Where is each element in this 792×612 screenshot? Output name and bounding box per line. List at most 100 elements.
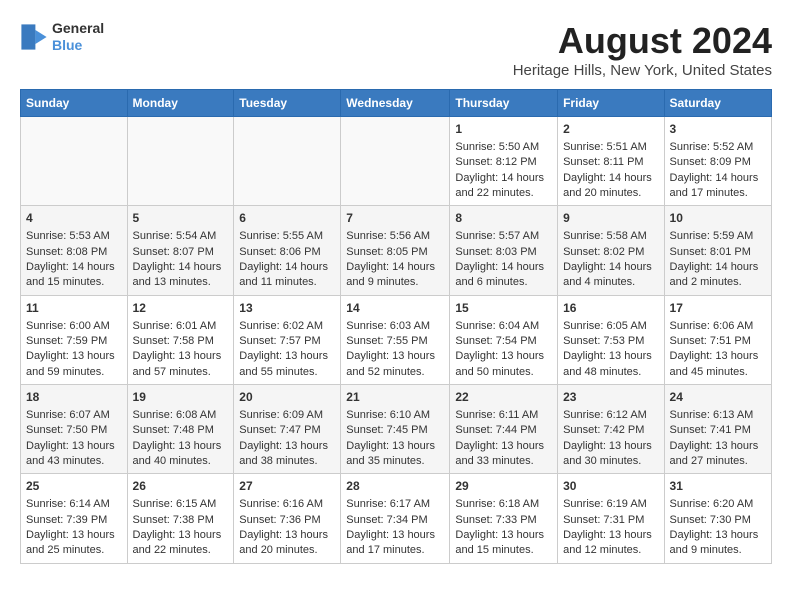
day-info: Sunrise: 6:08 AM	[133, 408, 229, 423]
col-friday: Friday	[558, 90, 664, 117]
calendar-week-4: 18Sunrise: 6:07 AMSunset: 7:50 PMDayligh…	[21, 385, 772, 474]
day-info: Sunset: 7:48 PM	[133, 423, 229, 438]
day-info: Sunrise: 6:10 AM	[346, 408, 444, 423]
day-number: 25	[26, 478, 122, 495]
day-info: Sunrise: 5:56 AM	[346, 229, 444, 244]
day-info: Sunrise: 5:58 AM	[563, 229, 658, 244]
day-info: Daylight: 14 hours and 17 minutes.	[670, 171, 766, 202]
day-info: Daylight: 13 hours and 43 minutes.	[26, 439, 122, 470]
day-info: Sunset: 7:50 PM	[26, 423, 122, 438]
day-info: Sunrise: 5:50 AM	[455, 140, 552, 155]
calendar-cell	[234, 117, 341, 206]
calendar-cell: 17Sunrise: 6:06 AMSunset: 7:51 PMDayligh…	[664, 295, 771, 384]
day-number: 30	[563, 478, 658, 495]
day-number: 15	[455, 300, 552, 317]
calendar-cell: 27Sunrise: 6:16 AMSunset: 7:36 PMDayligh…	[234, 474, 341, 563]
day-info: Daylight: 14 hours and 4 minutes.	[563, 260, 658, 291]
day-number: 12	[133, 300, 229, 317]
day-info: Sunset: 8:02 PM	[563, 245, 658, 260]
day-info: Sunset: 7:33 PM	[455, 513, 552, 528]
day-number: 8	[455, 210, 552, 227]
day-info: Sunrise: 6:19 AM	[563, 497, 658, 512]
day-info: Daylight: 13 hours and 45 minutes.	[670, 349, 766, 380]
calendar-week-3: 11Sunrise: 6:00 AMSunset: 7:59 PMDayligh…	[21, 295, 772, 384]
calendar-cell: 30 Sunrise: 6:19 AMSunset: 7:31 PMDayligh…	[558, 474, 664, 563]
day-number: 26	[133, 478, 229, 495]
day-info: Daylight: 13 hours and 38 minutes.	[239, 439, 335, 470]
day-info: Sunrise: 6:15 AM	[133, 497, 229, 512]
day-info: Sunset: 7:45 PM	[346, 423, 444, 438]
day-info: Sunrise: 6:14 AM	[26, 497, 122, 512]
day-info: Daylight: 13 hours and 52 minutes.	[346, 349, 444, 380]
day-info: Sunset: 8:05 PM	[346, 245, 444, 260]
calendar-cell: 23Sunrise: 6:12 AMSunset: 7:42 PMDayligh…	[558, 385, 664, 474]
day-info: Daylight: 13 hours and 15 minutes.	[455, 528, 552, 559]
header: General Blue August 2024 Heritage Hills,…	[20, 20, 772, 79]
day-info: Sunset: 7:53 PM	[563, 334, 658, 349]
day-info: Sunset: 7:34 PM	[346, 513, 444, 528]
day-number: 21	[346, 389, 444, 406]
day-info: Sunset: 8:09 PM	[670, 155, 766, 170]
col-monday: Monday	[127, 90, 234, 117]
day-info: Sunset: 8:01 PM	[670, 245, 766, 260]
col-thursday: Thursday	[450, 90, 558, 117]
day-number: 13	[239, 300, 335, 317]
day-info: Daylight: 14 hours and 11 minutes.	[239, 260, 335, 291]
day-info: Daylight: 13 hours and 9 minutes.	[670, 528, 766, 559]
main-title: August 2024	[513, 20, 772, 62]
calendar-cell: 1Sunrise: 5:50 AMSunset: 8:12 PMDaylight…	[450, 117, 558, 206]
day-info: Sunrise: 6:16 AM	[239, 497, 335, 512]
calendar-cell: 15Sunrise: 6:04 AMSunset: 7:54 PMDayligh…	[450, 295, 558, 384]
col-tuesday: Tuesday	[234, 90, 341, 117]
day-info: Daylight: 13 hours and 55 minutes.	[239, 349, 335, 380]
calendar-cell: 19Sunrise: 6:08 AMSunset: 7:48 PMDayligh…	[127, 385, 234, 474]
col-sunday: Sunday	[21, 90, 128, 117]
calendar-cell: 7Sunrise: 5:56 AMSunset: 8:05 PMDaylight…	[341, 206, 450, 295]
day-info: Sunset: 7:31 PM	[563, 513, 658, 528]
day-info: Sunrise: 6:04 AM	[455, 319, 552, 334]
day-info: Sunrise: 6:18 AM	[455, 497, 552, 512]
day-info: Sunrise: 6:06 AM	[670, 319, 766, 334]
day-info: Sunrise: 6:01 AM	[133, 319, 229, 334]
calendar-body: 1Sunrise: 5:50 AMSunset: 8:12 PMDaylight…	[21, 117, 772, 564]
day-number: 18	[26, 389, 122, 406]
day-info: Sunrise: 6:12 AM	[563, 408, 658, 423]
calendar-week-5: 25 Sunrise: 6:14 AMSunset: 7:39 PM Dayligh…	[21, 474, 772, 563]
title-area: August 2024 Heritage Hills, New York, Un…	[513, 20, 772, 79]
day-info: Sunset: 7:54 PM	[455, 334, 552, 349]
calendar-cell: 22Sunrise: 6:11 AMSunset: 7:44 PMDayligh…	[450, 385, 558, 474]
logo-line1: General	[52, 20, 104, 37]
day-number: 22	[455, 389, 552, 406]
day-info: Sunset: 7:59 PM	[26, 334, 122, 349]
day-info: Sunrise: 6:05 AM	[563, 319, 658, 334]
day-info: Sunrise: 6:13 AM	[670, 408, 766, 423]
day-number: 2	[563, 121, 658, 138]
day-info: Daylight: 13 hours and 12 minutes.	[563, 528, 658, 559]
day-info: Daylight: 13 hours and 30 minutes.	[563, 439, 658, 470]
calendar-cell: 25Sunrise: 6:14 AMSunset: 7:39 PMDayligh…	[21, 474, 128, 563]
calendar-cell: 29Sunrise: 6:18 AMSunset: 7:33 PMDayligh…	[450, 474, 558, 563]
day-info: Daylight: 13 hours and 59 minutes.	[26, 349, 122, 380]
day-number: 23	[563, 389, 658, 406]
day-info: Daylight: 14 hours and 6 minutes.	[455, 260, 552, 291]
day-number: 1	[455, 121, 552, 138]
day-info: Sunrise: 5:54 AM	[133, 229, 229, 244]
col-wednesday: Wednesday	[341, 90, 450, 117]
calendar-cell: 2Sunrise: 5:51 AMSunset: 8:11 PMDaylight…	[558, 117, 664, 206]
col-saturday: Saturday	[664, 90, 771, 117]
calendar-cell: 12Sunrise: 6:01 AMSunset: 7:58 PMDayligh…	[127, 295, 234, 384]
calendar-cell: 14Sunrise: 6:03 AMSunset: 7:55 PMDayligh…	[341, 295, 450, 384]
day-info: Sunrise: 5:57 AM	[455, 229, 552, 244]
day-info: Sunset: 7:39 PM	[26, 513, 122, 528]
logo: General Blue	[20, 20, 104, 54]
day-number: 24	[670, 389, 766, 406]
day-info: Daylight: 14 hours and 2 minutes.	[670, 260, 766, 291]
day-number: 17	[670, 300, 766, 317]
calendar-cell: 4Sunrise: 5:53 AMSunset: 8:08 PMDaylight…	[21, 206, 128, 295]
day-info: Sunset: 7:30 PM	[670, 513, 766, 528]
day-info: Daylight: 14 hours and 20 minutes.	[563, 171, 658, 202]
calendar-cell	[341, 117, 450, 206]
day-number: 4	[26, 210, 122, 227]
day-info: Daylight: 13 hours and 33 minutes.	[455, 439, 552, 470]
day-number: 5	[133, 210, 229, 227]
